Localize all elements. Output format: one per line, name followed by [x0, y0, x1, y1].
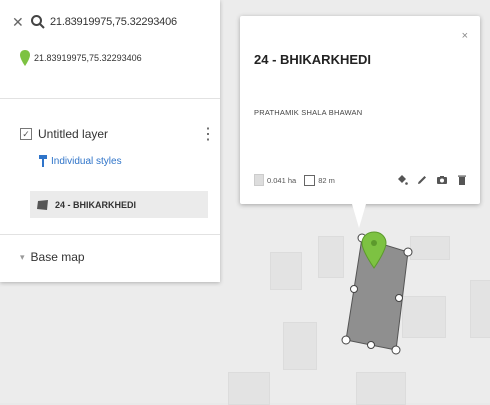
map-pin-icon	[20, 50, 30, 66]
close-icon[interactable]: ×	[462, 30, 468, 42]
style-icon	[39, 155, 47, 167]
divider	[0, 98, 220, 99]
delete-icon[interactable]	[456, 174, 468, 186]
popup-toolbar	[396, 174, 468, 186]
popup-footer: 0.041 ha 82 m	[254, 174, 468, 186]
vertex-handle[interactable]	[403, 247, 413, 257]
polygon-icon	[37, 199, 48, 210]
chevron-down-icon[interactable]: ▾	[20, 252, 25, 263]
feature-item[interactable]: 24 - BHIKARKHEDI	[30, 191, 208, 218]
vertex-handle[interactable]	[391, 345, 401, 355]
search-result-text: 21.83919975,75.32293406	[34, 53, 142, 63]
styles-row[interactable]: Individual styles	[38, 154, 122, 168]
individual-styles-link[interactable]: Individual styles	[51, 156, 122, 167]
layer-name[interactable]: Untitled layer	[38, 127, 200, 141]
vertex-handle[interactable]	[341, 335, 351, 345]
search-bar: ✕ 21.83919975,75.32293406	[12, 12, 177, 32]
midpoint-handle[interactable]	[350, 285, 358, 293]
basemap-row[interactable]: ▾ Base map	[20, 250, 85, 264]
popup-title: 24 - BHIKARKHEDI	[254, 52, 372, 67]
layers-panel: ✕ 21.83919975,75.32293406 21.83919975,75…	[0, 0, 220, 282]
popup-pointer	[352, 204, 366, 228]
edit-icon[interactable]	[416, 174, 428, 186]
midpoint-handle[interactable]	[367, 341, 375, 349]
divider	[0, 234, 220, 235]
perimeter-value: 82 m	[318, 175, 335, 185]
perimeter-icon	[304, 174, 316, 186]
midpoint-handle[interactable]	[395, 294, 403, 302]
feature-popup: × 24 - BHIKARKHEDI PRATHAMIK SHALA BHAWA…	[240, 16, 480, 204]
close-icon[interactable]: ✕	[12, 14, 30, 31]
search-query[interactable]: 21.83919975,75.32293406	[50, 16, 177, 28]
feature-label: 24 - BHIKARKHEDI	[55, 199, 137, 210]
area-value: 0.041 ha	[267, 175, 297, 185]
popup-description: PRATHAMIK SHALA BHAWAN	[254, 108, 363, 117]
layer-header: ✓ Untitled layer ⋮	[20, 124, 216, 144]
basemap-label: Base map	[30, 250, 85, 264]
more-options-icon[interactable]: ⋮	[200, 124, 216, 144]
paint-bucket-icon[interactable]	[396, 174, 408, 186]
search-icon[interactable]	[30, 14, 46, 30]
layer-checkbox[interactable]: ✓	[20, 128, 32, 140]
area-icon	[254, 174, 264, 186]
camera-icon[interactable]	[436, 174, 448, 186]
search-result[interactable]: 21.83919975,75.32293406	[20, 50, 142, 66]
